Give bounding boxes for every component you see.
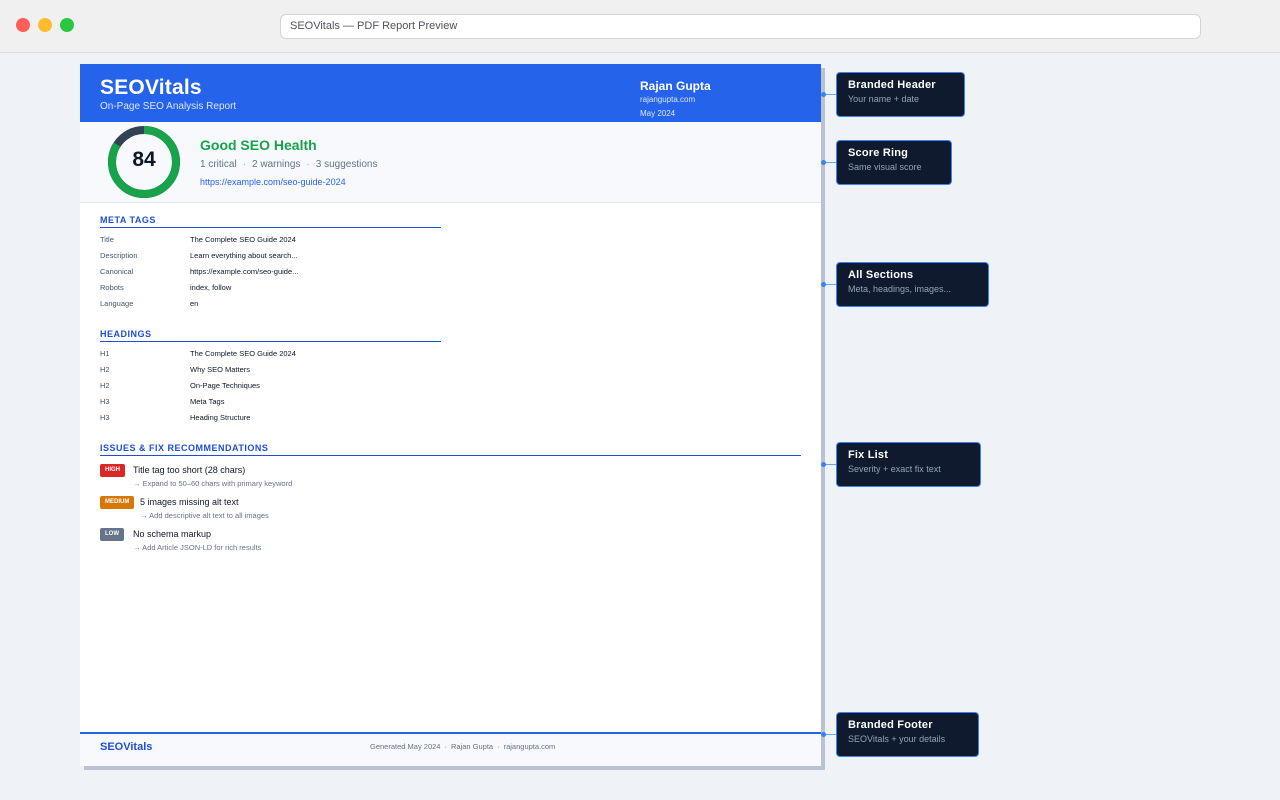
maximize-window-button[interactable] — [60, 18, 74, 32]
critical-count: 1 critical — [200, 159, 237, 170]
report-footer: SEOVitals Generated May 2024 · Rajan Gupta… — [80, 732, 821, 766]
minimize-window-button[interactable] — [38, 18, 52, 32]
issue-title: 5 images missing alt text — [140, 497, 239, 507]
heading-text: Heading Structure — [190, 413, 251, 422]
heading-level: H2 — [100, 365, 110, 374]
callout-score-ring: Score Ring Same visual score — [836, 140, 952, 185]
report-header: SEOVitals On-Page SEO Analysis Report Ra… — [80, 64, 821, 122]
meta-key: Language — [100, 299, 134, 308]
headings-title: HEADINGS — [100, 329, 441, 342]
issue-title: No schema markup — [133, 529, 212, 539]
callout-subtitle: Severity + exact fix text — [848, 464, 941, 474]
callout-title: All Sections — [848, 269, 914, 281]
author-name: Rajan Gupta — [640, 79, 711, 93]
meta-value: https://example.com/seo-guide... — [190, 267, 299, 276]
browser-toolbar: SEOVitals — PDF Report Preview — [0, 0, 1280, 53]
callout-subtitle: Meta, headings, images... — [848, 284, 952, 294]
callout-subtitle: SEOVitals + your details — [848, 734, 946, 744]
callout-title: Branded Header — [848, 79, 936, 91]
callout-title: Branded Footer — [848, 719, 933, 731]
footer-meta: Generated May 2024 · Rajan Gupta · rajangupt… — [370, 742, 556, 751]
address-bar[interactable]: SEOVitals — PDF Report Preview — [280, 14, 1201, 39]
pdf-report-page: SEOVitals On-Page SEO Analysis Report Ra… — [80, 64, 821, 766]
footer-site: rajangupta.com — [503, 742, 556, 751]
callout-dot — [821, 732, 826, 737]
score-value: 84 — [132, 148, 156, 171]
report-date: May 2024 — [640, 109, 676, 118]
meta-value: en — [190, 299, 199, 308]
close-window-button[interactable] — [16, 18, 30, 32]
meta-tags-title: META TAGS — [100, 215, 441, 228]
issue-counts: 1 critical · 2 warnings · 3 suggestions — [200, 159, 378, 170]
severity-badge-low: LOW — [100, 528, 124, 541]
callout-subtitle: Same visual score — [848, 162, 922, 172]
analyzed-url[interactable]: https://example.com/seo-guide-2024 — [200, 177, 346, 187]
heading-level: H3 — [100, 413, 110, 422]
heading-text: Meta Tags — [190, 397, 225, 406]
callout-fix-list: Fix List Severity + exact fix text — [836, 442, 981, 487]
issue-fix: → Expand to 50–60 chars with primary key… — [133, 479, 293, 488]
health-status: Good SEO Health — [200, 137, 317, 153]
heading-level: H2 — [100, 381, 110, 390]
author-site: rajangupta.com — [640, 95, 696, 104]
heading-level: H1 — [100, 349, 110, 358]
severity-badge-high: HIGH — [100, 464, 125, 477]
meta-key: Description — [100, 251, 138, 260]
heading-text: Why SEO Matters — [190, 365, 251, 374]
footer-generated: Generated May 2024 — [370, 742, 441, 751]
score-summary: 84 Good SEO Health 1 critical · 2 warnings… — [80, 122, 821, 203]
issues-title: ISSUES & FIX RECOMMENDATIONS — [100, 443, 801, 456]
callout-branded-footer: Branded Footer SEOVitals + your details — [836, 712, 979, 757]
issue-fix: → Add descriptive alt text to all images — [140, 511, 269, 520]
heading-text: The Complete SEO Guide 2024 — [190, 349, 296, 358]
report-brand: SEOVitals — [100, 76, 202, 99]
callout-title: Score Ring — [848, 147, 909, 159]
callout-title: Fix List — [848, 449, 889, 461]
callout-dot — [821, 160, 826, 165]
footer-author: Rajan Gupta — [450, 742, 494, 751]
callout-subtitle: Your name + date — [848, 94, 919, 104]
meta-key: Canonical — [100, 267, 134, 276]
callout-dot — [821, 462, 826, 467]
footer-brand: SEOVitals — [100, 741, 153, 753]
heading-text: On-Page Techniques — [190, 381, 260, 390]
callout-dot — [821, 92, 826, 97]
meta-value: Learn everything about search... — [190, 251, 298, 260]
report-subtitle: On-Page SEO Analysis Report — [100, 101, 237, 112]
meta-key: Robots — [100, 283, 124, 292]
issue-fix: → Add Article JSON-LD for rich results — [133, 543, 262, 552]
meta-key: Title — [100, 235, 114, 244]
heading-level: H3 — [100, 397, 110, 406]
issue-title: Title tag too short (28 chars) — [133, 465, 246, 475]
meta-value: The Complete SEO Guide 2024 — [190, 235, 296, 244]
suggestion-count: 3 suggestions — [315, 159, 378, 170]
callout-all-sections: All Sections Meta, headings, images... — [836, 262, 989, 307]
callout-dot — [821, 282, 826, 287]
meta-value: index, follow — [190, 283, 232, 292]
warning-count: 2 warnings — [252, 159, 301, 170]
callout-branded-header: Branded Header Your name + date — [836, 72, 965, 117]
severity-badge-medium: MEDIUM — [100, 496, 135, 509]
